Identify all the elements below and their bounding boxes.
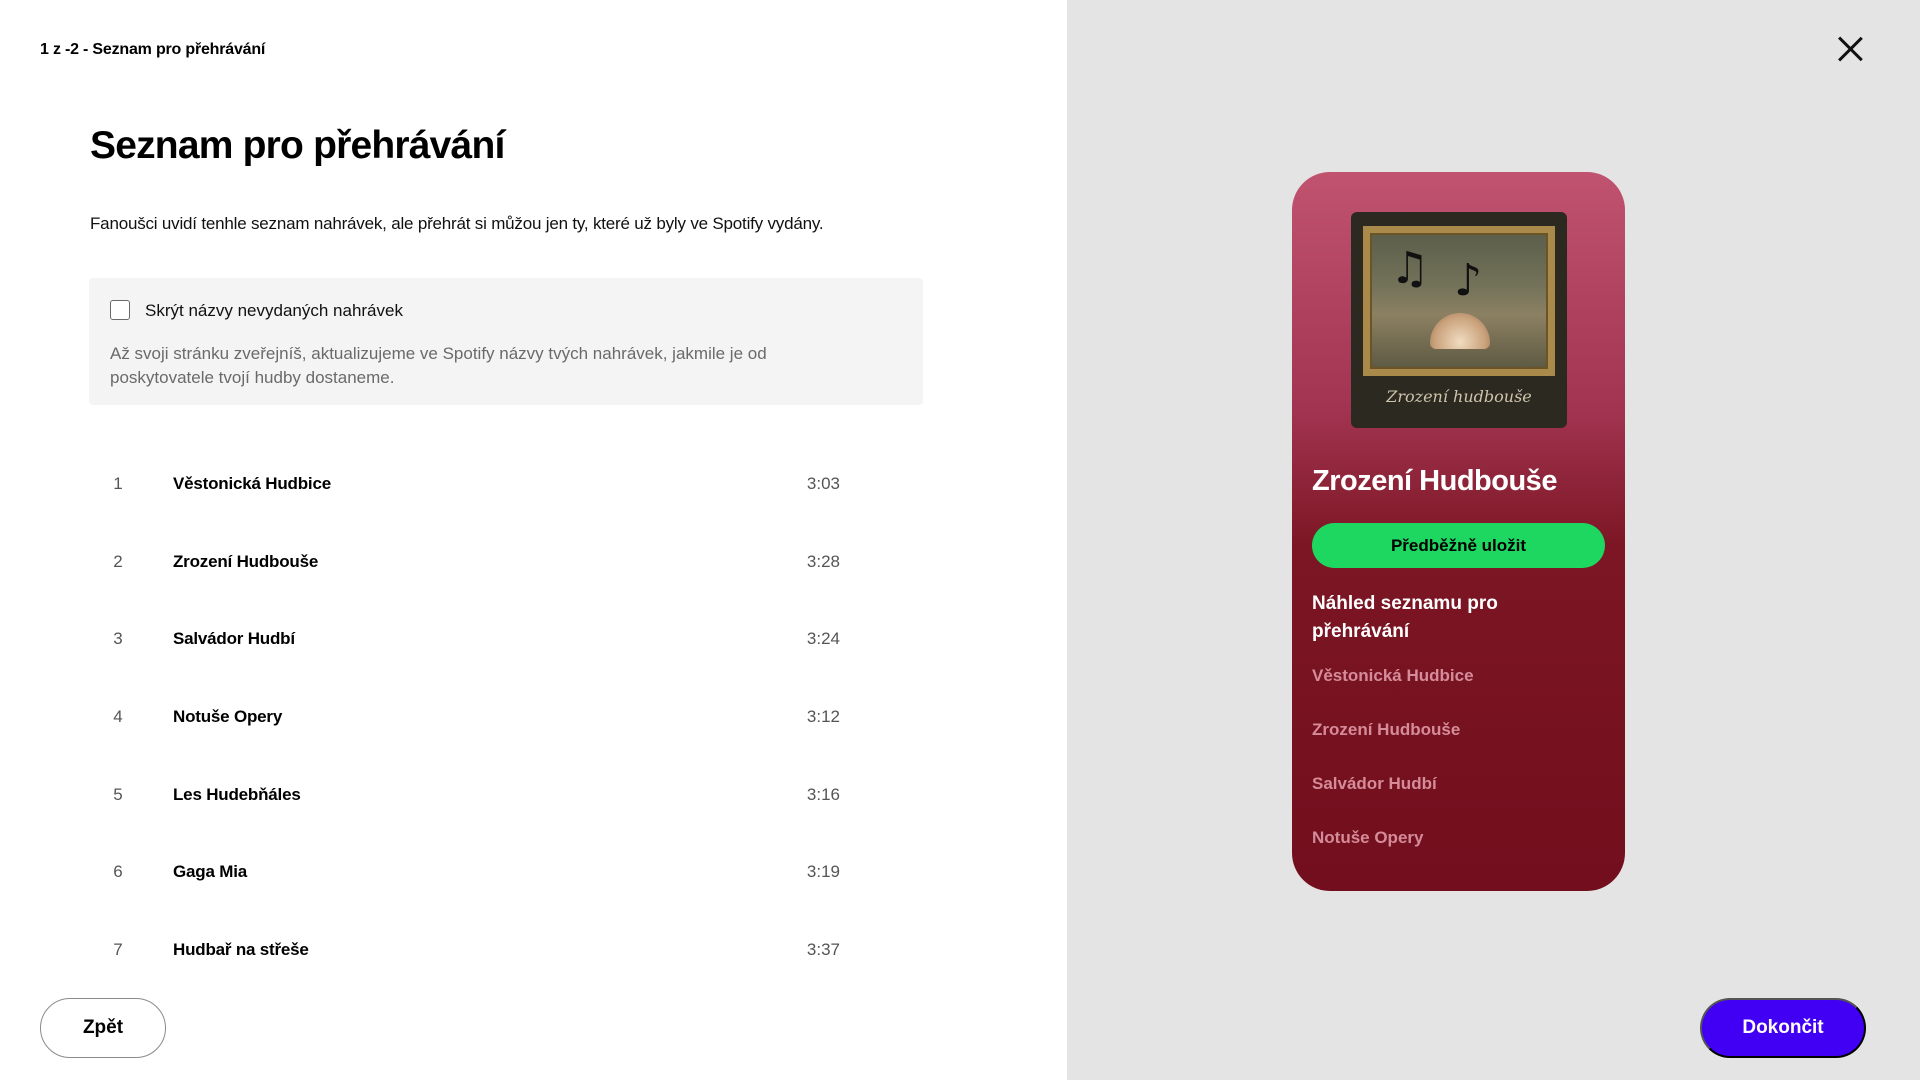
track-number: 6 [113, 862, 123, 882]
preview-track-list: Věstonická Hudbice Zrození Hudbouše Salv… [1312, 666, 1474, 882]
track-title: Věstonická Hudbice [173, 474, 331, 493]
painting-frame: ♫ ♪ [1363, 226, 1555, 376]
step-indicator: 1 z -2 - Seznam pro přehrávání [40, 41, 266, 58]
finish-button[interactable]: Dokončit [1700, 998, 1866, 1058]
preview-track: Salvádor Hudbí [1312, 774, 1437, 793]
hide-unreleased-box: Skrýt názvy nevydaných nahrávek Až svoji… [89, 278, 923, 405]
track-title: Hudbař na střeše [173, 940, 309, 960]
track-duration: 3:37 [806, 940, 840, 960]
track-number: 4 [113, 707, 123, 727]
track-row: 6 Gaga Mia 3:19 [100, 834, 840, 912]
preview-heading: Náhled seznamu pro přehrávání [1312, 593, 1498, 642]
track-number: 5 [113, 784, 123, 804]
page-title: Seznam pro přehrávání [90, 124, 505, 167]
track-duration: 3:12 [806, 707, 840, 727]
track-duration: 3:03 [806, 474, 840, 493]
presave-button[interactable]: Předběžně uložit [1312, 523, 1605, 568]
track-row: 2 Zrození Hudbouše 3:28 [100, 524, 840, 602]
hide-unreleased-checkbox[interactable] [110, 300, 130, 320]
preview-track: Věstonická Hudbice [1312, 666, 1474, 685]
track-duration: 3:19 [806, 862, 840, 882]
hide-unreleased-label[interactable]: Skrýt názvy nevydaných nahrávek [145, 301, 403, 321]
close-icon[interactable] [1837, 36, 1863, 62]
track-title: Notuše Opery [173, 707, 283, 727]
music-note-icon: ♪ [1454, 255, 1483, 306]
track-row: 1 Věstonická Hudbice 3:03 [100, 446, 840, 524]
back-button[interactable]: Zpět [40, 998, 166, 1058]
editor-panel: 1 z -2 - Seznam pro přehrávání Seznam pr… [0, 0, 1067, 1080]
music-note-icon: ♫ [1390, 243, 1430, 294]
track-number: 1 [113, 474, 123, 493]
cover-caption: Zrození hudbouše [1386, 387, 1532, 406]
track-title: Les Hudebňáles [173, 784, 301, 804]
track-duration: 3:16 [806, 784, 840, 804]
phone-preview: ♫ ♪ Zrození hudbouše Zrození Hudbouše Př… [1292, 172, 1625, 891]
track-title: Salvádor Hudbí [173, 629, 295, 649]
hide-unreleased-info: Až svoji stránku zveřejníš, aktualizujem… [110, 344, 767, 387]
track-number: 3 [113, 629, 123, 649]
preview-track: Notuše Opery [1312, 828, 1424, 847]
track-title: Gaga Mia [173, 862, 247, 882]
album-title: Zrození Hudbouše [1312, 465, 1557, 497]
track-number: 7 [113, 940, 123, 960]
track-row: 4 Notuše Opery 3:12 [100, 679, 840, 757]
shell-shape [1430, 313, 1490, 349]
track-row: 3 Salvádor Hudbí 3:24 [100, 601, 840, 679]
track-row: 5 Les Hudebňáles 3:16 [100, 757, 840, 835]
preview-track: Zrození Hudbouše [1312, 720, 1461, 739]
track-duration: 3:24 [806, 629, 840, 649]
track-title: Zrození Hudbouše [173, 551, 319, 571]
track-duration: 3:28 [806, 551, 840, 571]
album-cover: ♫ ♪ Zrození hudbouše [1351, 212, 1567, 428]
track-list: 1 Věstonická Hudbice 3:03 2 Zrození Hudb… [100, 446, 840, 990]
page-description: Fanoušci uvidí tenhle seznam nahrávek, a… [90, 214, 824, 233]
track-number: 2 [113, 551, 123, 571]
track-row: 7 Hudbař na střeše 3:37 [100, 912, 840, 990]
